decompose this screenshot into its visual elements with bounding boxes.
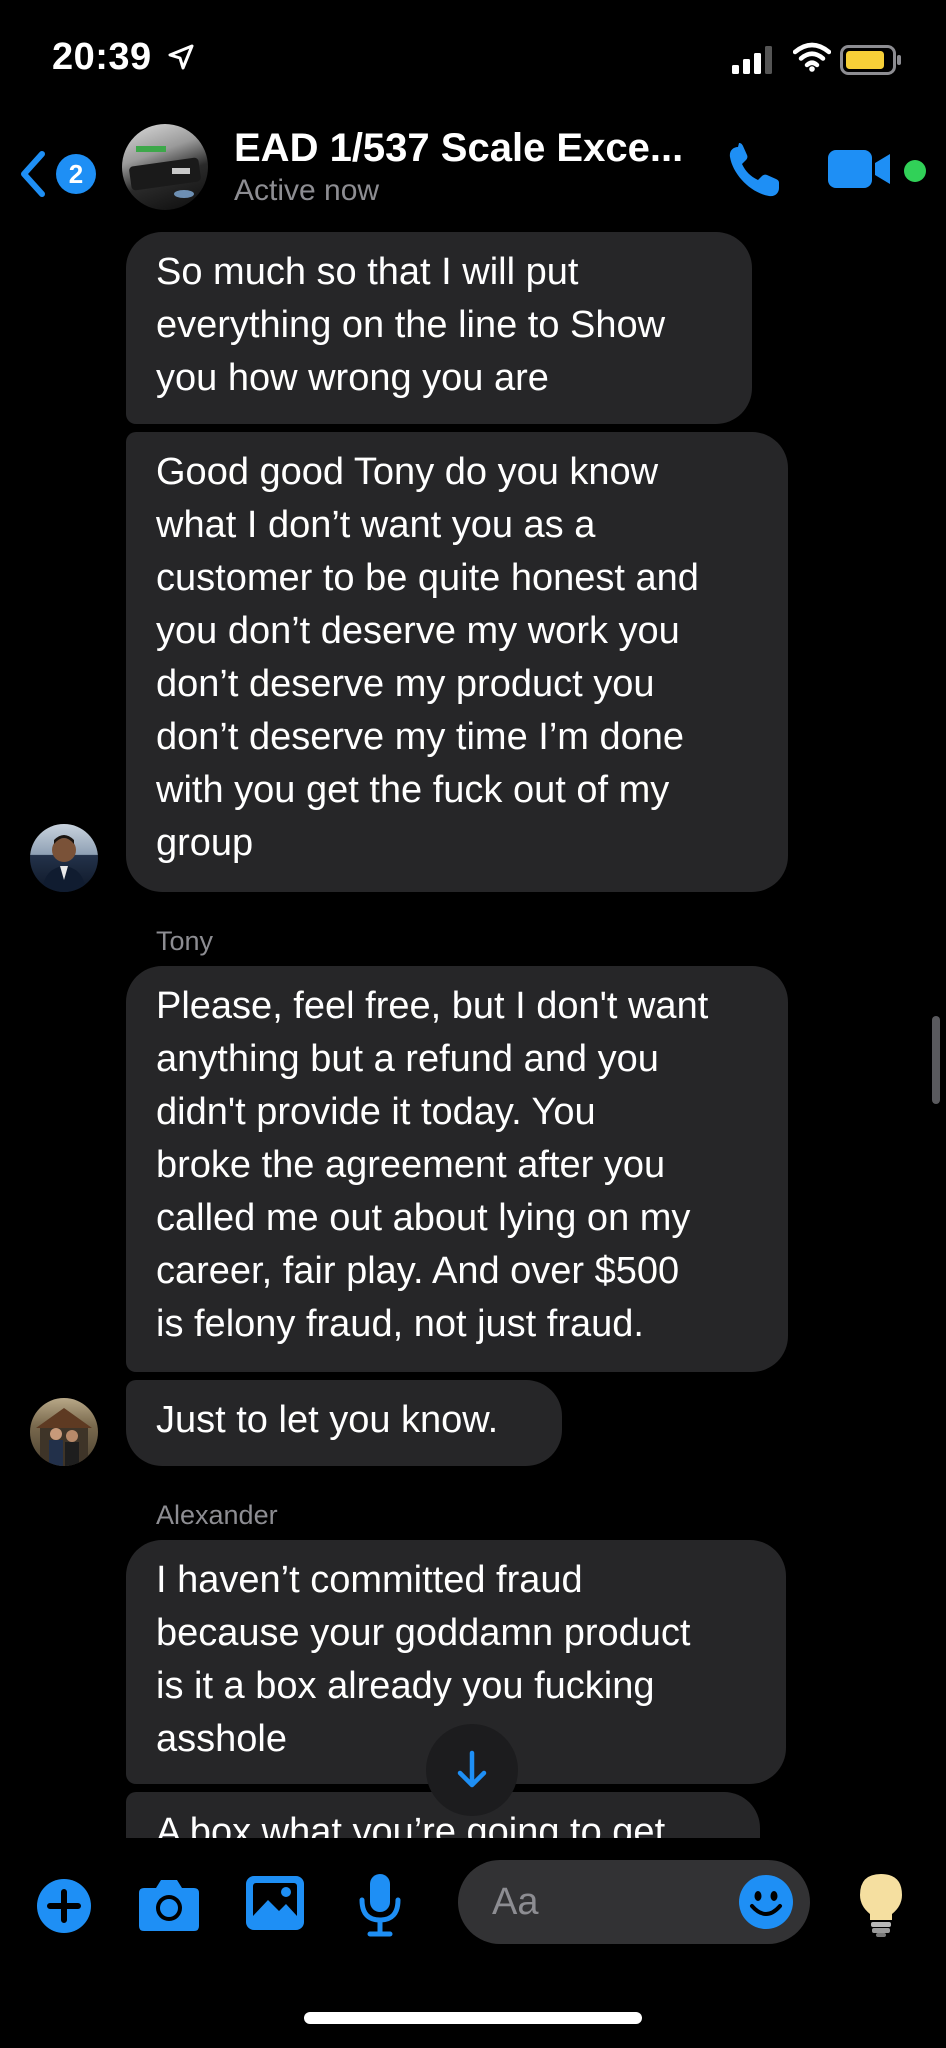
message-bubble[interactable]: Please, feel free, but I don't want anyt…	[126, 966, 788, 1372]
message-text: didn't provide it today. You	[156, 1091, 596, 1133]
scroll-to-bottom-button[interactable]	[426, 1724, 518, 1816]
message-text: don’t deserve my product you	[156, 663, 655, 705]
message-text: everything on the line to Show	[156, 304, 666, 346]
status-time: 20:39	[52, 36, 152, 78]
cell-signal-icon	[732, 46, 772, 74]
message-text: with you get the fuck out of my	[156, 769, 670, 811]
sender-name: Alexander	[156, 1500, 278, 1530]
emoji-icon[interactable]	[738, 1874, 794, 1930]
camera-icon[interactable]	[138, 1876, 200, 1932]
plus-icon[interactable]	[36, 1878, 92, 1934]
message-text: Just to let you know.	[156, 1399, 499, 1441]
message-text: I haven’t committed fraud	[156, 1559, 583, 1601]
message-text: So much so that I will put	[156, 251, 579, 293]
sender-avatar[interactable]	[30, 824, 98, 892]
phone-icon[interactable]	[724, 142, 784, 202]
message-text: career, fair play. And over $500	[156, 1250, 680, 1292]
message-text: anything but a refund and you	[156, 1038, 659, 1080]
message-bubble[interactable]: Good good Tony do you know what I don’t …	[126, 432, 788, 892]
online-indicator	[904, 160, 926, 182]
sender-name: Tony	[156, 926, 214, 956]
message-text: you how wrong you are	[156, 357, 549, 399]
message-text: is felony fraud, not just fraud.	[156, 1303, 644, 1345]
message-text: is it a box already you fucking	[156, 1665, 655, 1707]
video-camera-icon[interactable]	[826, 146, 892, 192]
person-photo-image	[42, 835, 86, 892]
chevron-left-icon	[21, 151, 45, 197]
scroll-indicator[interactable]	[932, 1016, 940, 1104]
people-photo-image	[36, 1408, 92, 1466]
message-text: because your goddamn product	[156, 1612, 691, 1654]
arrow-down-icon	[457, 1750, 487, 1788]
conversation-header: 2 EAD 1/537 Scale Exce... Active now	[0, 108, 946, 238]
message-text: group	[156, 822, 254, 864]
message-text: don’t deserve my time I’m done	[156, 716, 685, 758]
home-indicator[interactable]	[304, 2012, 642, 2024]
message-text: Good good Tony do you know	[156, 451, 659, 493]
message-text: called me out about lying on my	[156, 1197, 691, 1239]
group-photo-image	[129, 146, 201, 198]
wifi-icon	[793, 42, 831, 72]
sender-avatar[interactable]	[30, 1398, 98, 1466]
unread-count-badge: 2	[56, 154, 96, 194]
lightbulb-icon[interactable]	[858, 1872, 904, 1938]
message-bubble[interactable]: So much so that I will put everything on…	[126, 232, 752, 424]
conversation-title[interactable]: EAD 1/537 Scale Exce...	[234, 126, 683, 171]
battery-icon	[840, 45, 901, 75]
microphone-icon[interactable]	[358, 1872, 402, 1938]
message-text: broke the agreement after you	[156, 1144, 666, 1186]
location-arrow-icon	[168, 44, 194, 70]
message-text: you don’t deserve my work you	[156, 610, 680, 652]
group-avatar[interactable]	[122, 124, 208, 210]
back-button[interactable]: 2	[18, 140, 102, 210]
message-text: Please, feel free, but I don't want	[156, 985, 709, 1027]
message-text: customer to be quite honest and	[156, 557, 699, 599]
active-status: Active now	[234, 174, 380, 207]
image-gallery-icon[interactable]	[246, 1876, 304, 1930]
message-text: what I don’t want you as a	[156, 504, 596, 546]
message-bubble[interactable]: Just to let you know.	[126, 1380, 562, 1466]
